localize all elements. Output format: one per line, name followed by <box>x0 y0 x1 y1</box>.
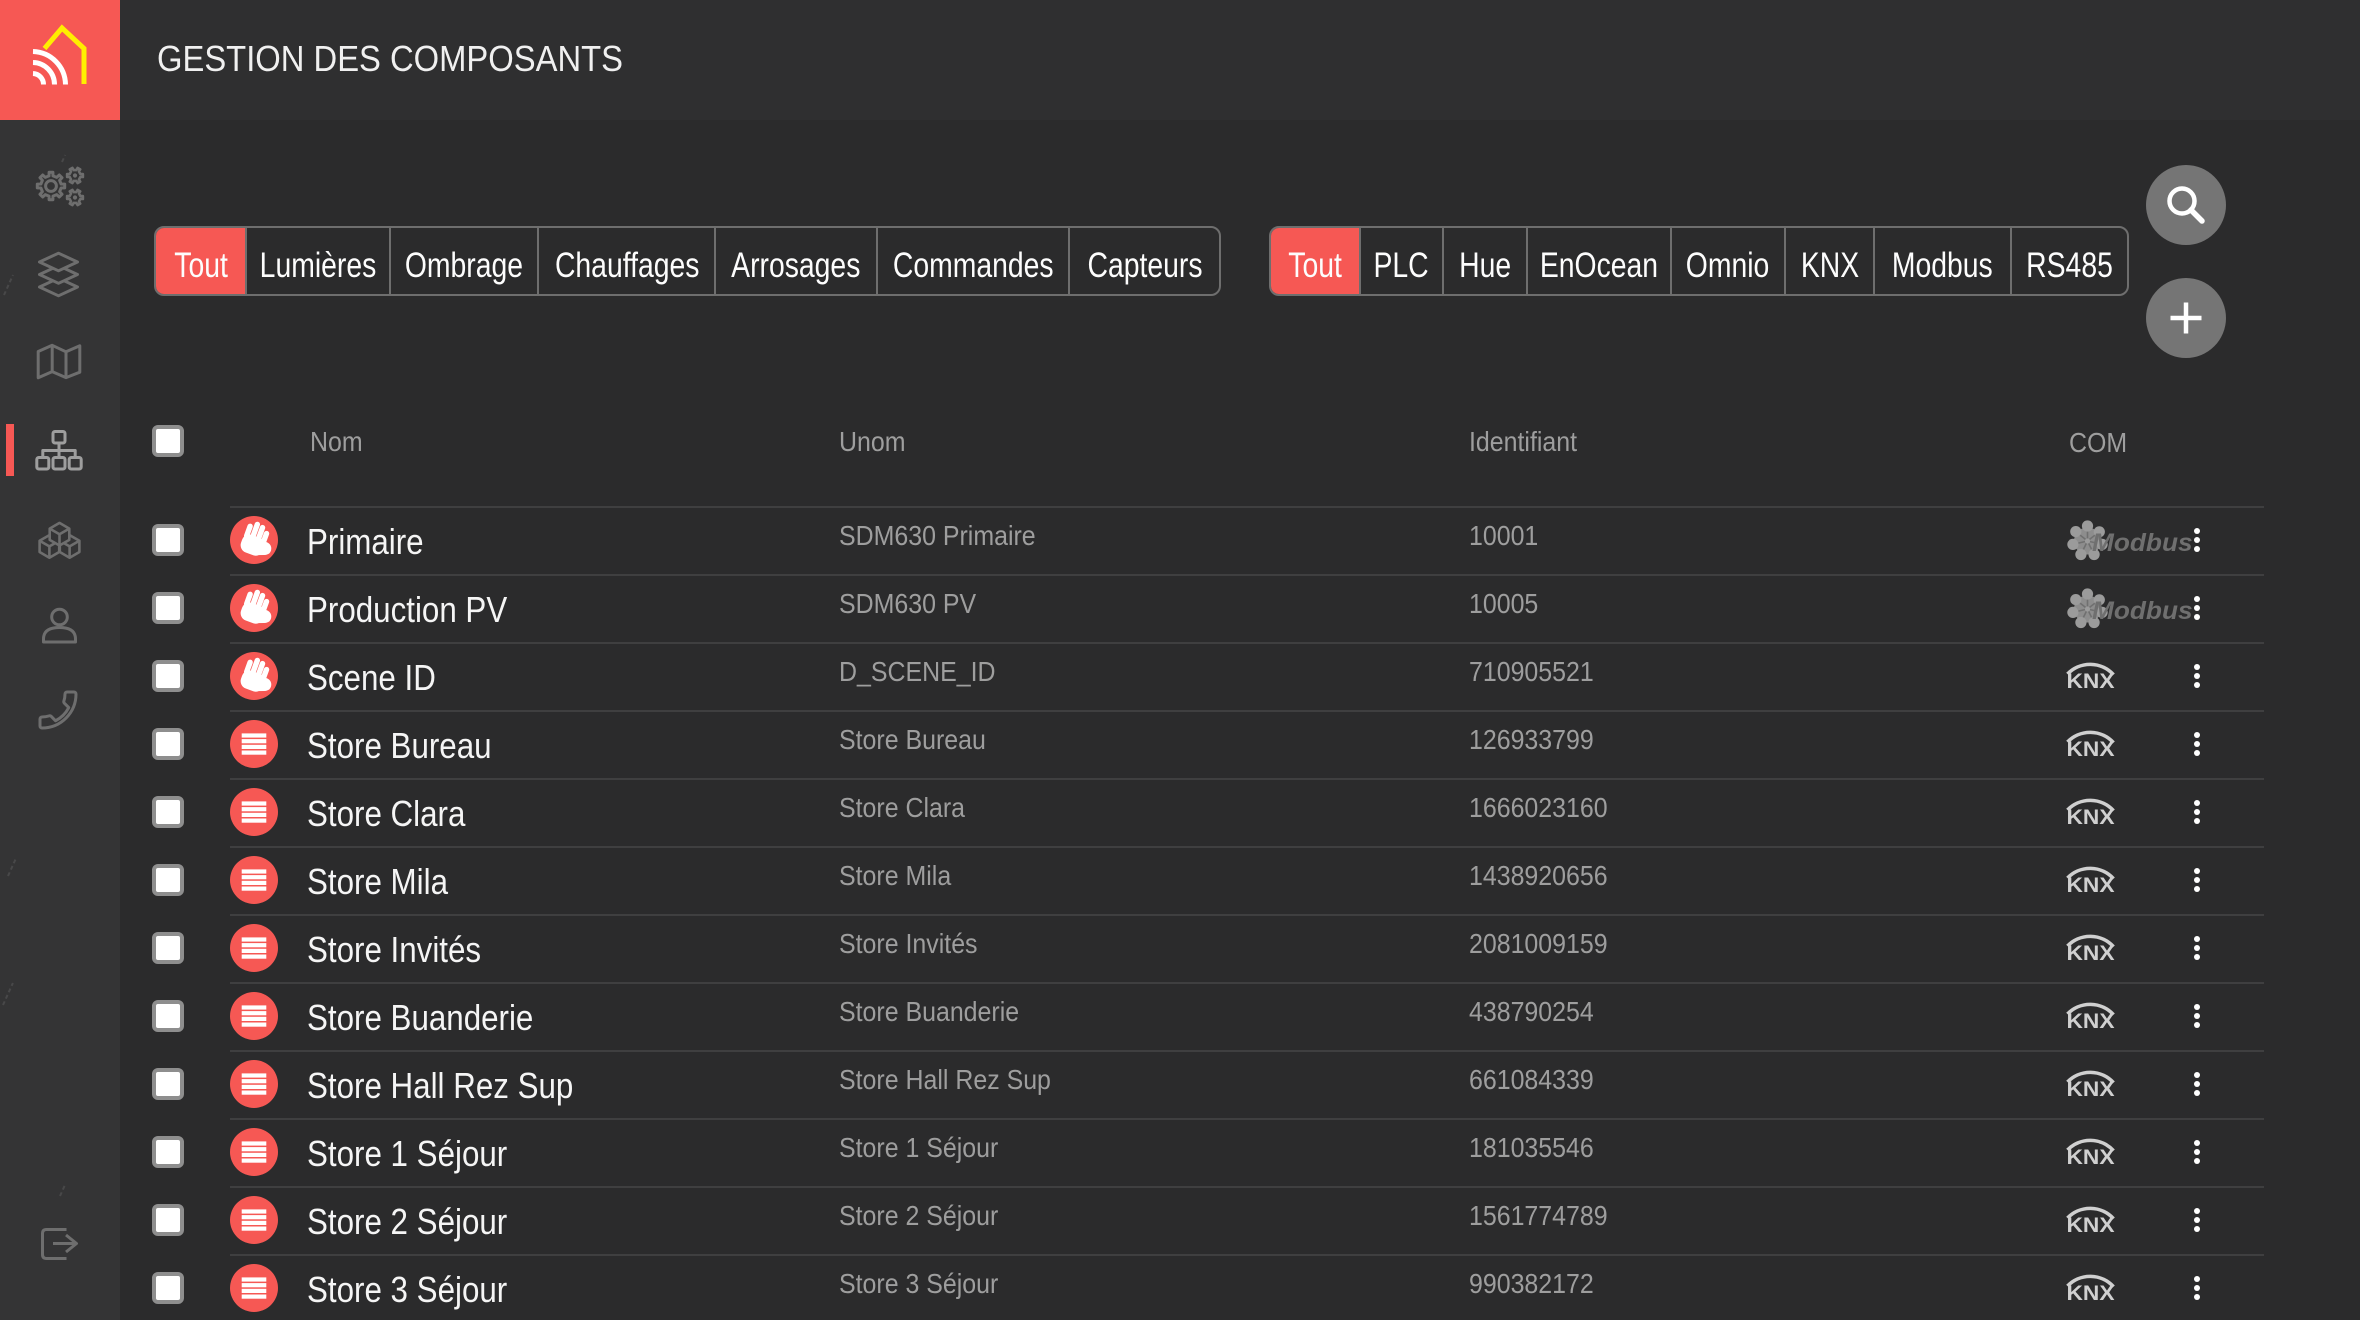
svg-text:KNX: KNX <box>2067 1281 2115 1302</box>
svg-text:KNX: KNX <box>2067 1077 2115 1098</box>
svg-text:KNX: KNX <box>2067 805 2115 826</box>
svg-text:KNX: KNX <box>2067 1213 2115 1234</box>
svg-text:KNX: KNX <box>2067 737 2115 758</box>
svg-text:Modbus: Modbus <box>2092 530 2193 557</box>
svg-text:KNX: KNX <box>2067 669 2115 690</box>
svg-text:Modbus: Modbus <box>2092 598 2193 625</box>
svg-text:KNX: KNX <box>2067 941 2115 962</box>
svg-text:KNX: KNX <box>2067 1009 2115 1030</box>
svg-text:KNX: KNX <box>2067 873 2115 894</box>
svg-text:KNX: KNX <box>2067 1145 2115 1166</box>
